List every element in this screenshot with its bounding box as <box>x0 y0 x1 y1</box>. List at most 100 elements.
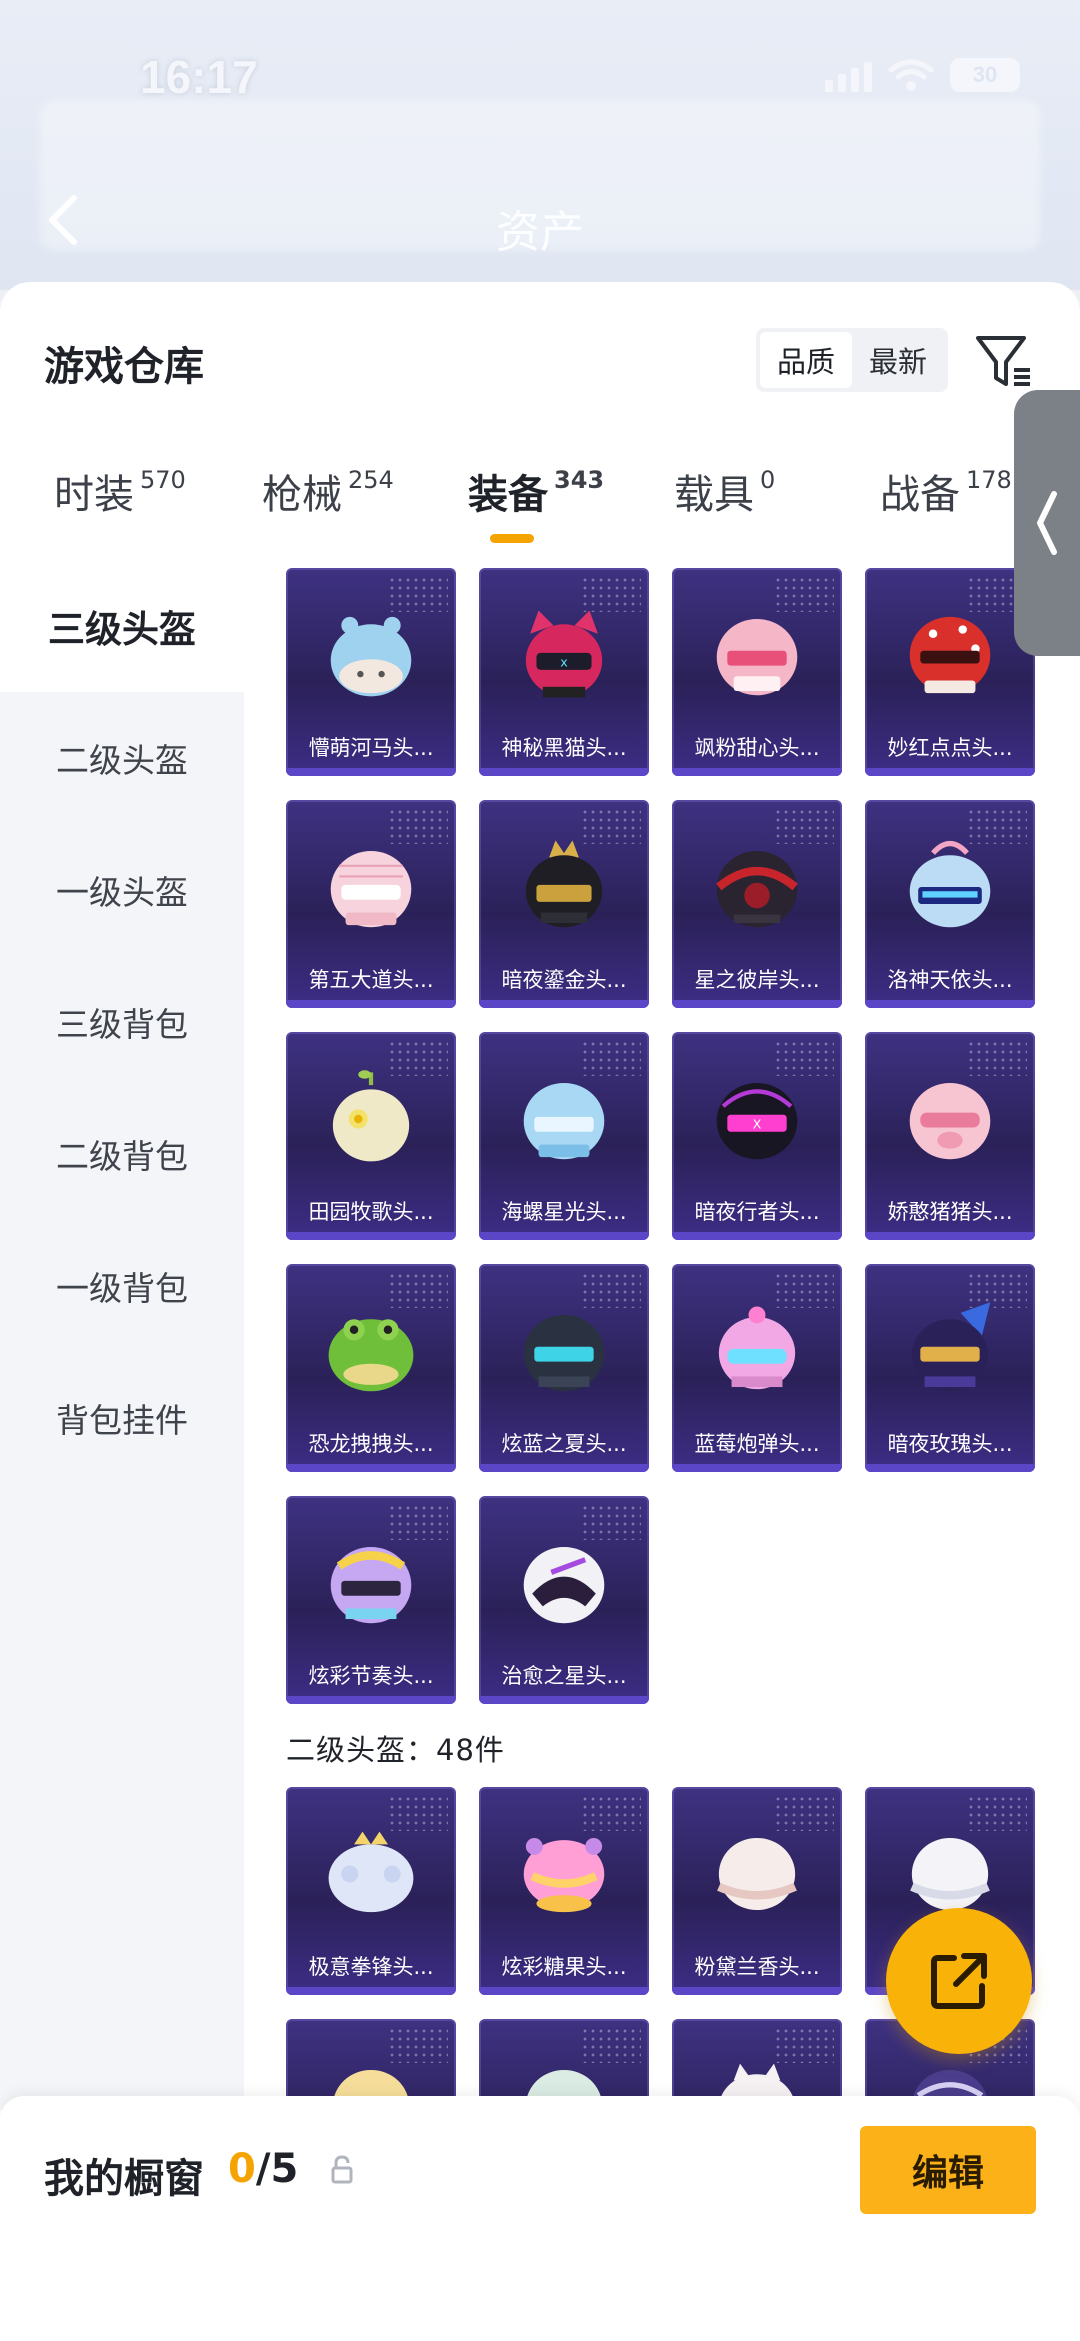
item-card[interactable]: x 神秘黑猫头... <box>479 568 649 776</box>
tab-label: 载具 <box>674 472 754 518</box>
equipment-sidebar: 三级头盔 二级头盔 一级头盔 三级背包 二级背包 一级背包 背包挂件 <box>0 560 244 2110</box>
item-label: 恐龙拽拽头... <box>308 1432 434 1456</box>
night-rose-helmet-icon <box>911 1302 991 1392</box>
candy-helmet-icon <box>523 1837 605 1913</box>
item-label: 神秘黑猫头... <box>501 736 627 760</box>
tab-equipment[interactable]: 装备 343 <box>468 462 604 520</box>
item-label: 暗夜鎏金头... <box>501 968 627 992</box>
status-icons: 30 <box>825 58 1020 92</box>
sidebar-item-level2-helmet[interactable]: 二级头盔 <box>0 692 244 824</box>
item-card[interactable]: 暗夜玫瑰头... <box>865 1264 1035 1472</box>
fifth-avenue-helmet-icon <box>330 850 412 928</box>
collapse-handle[interactable] <box>1014 390 1080 656</box>
sidebar-item-backpack-charm[interactable]: 背包挂件 <box>0 1352 244 1484</box>
tab-count: 254 <box>348 466 394 494</box>
sort-newest-button[interactable]: 最新 <box>852 332 944 388</box>
tab-label: 装备 <box>468 472 548 518</box>
battery-level: 30 <box>972 62 998 87</box>
sort-quality-button[interactable]: 品质 <box>760 332 852 388</box>
item-card[interactable]: 炫蓝之夏头... <box>479 1264 649 1472</box>
item-card[interactable]: 炫彩节奏头... <box>286 1496 456 1704</box>
item-label: 炫彩糖果头... <box>501 1955 627 1979</box>
tab-count: 343 <box>554 466 605 494</box>
colorful-rhythm-helmet-icon <box>330 1546 412 1624</box>
share-button[interactable] <box>886 1908 1032 2054</box>
item-card[interactable]: 星之彼岸头... <box>672 800 842 1008</box>
item-card[interactable]: 极意拳锋头... <box>286 1787 456 1995</box>
section-header-level2-helmets: 二级头盔：48件 <box>286 1733 505 1767</box>
showcase-bar: 我的橱窗 0/5 编辑 <box>0 2096 1080 2341</box>
item-card[interactable]: 粉黛兰香头... <box>672 1787 842 1995</box>
category-tabs: 时装 570 枪械 254 装备 343 载具 0 战备 178 <box>0 462 1080 562</box>
showcase-current-count: 0 <box>228 2146 256 2192</box>
filter-icon[interactable] <box>974 332 1034 392</box>
item-card[interactable]: 妙红点点头... <box>865 568 1035 776</box>
fist-helmet-icon <box>328 1831 414 1913</box>
tab-firearms[interactable]: 枪械 254 <box>262 462 394 520</box>
showcase-count: 0/5 <box>228 2146 298 2192</box>
item-card[interactable]: 娇憨猪猪头... <box>865 1032 1035 1240</box>
tab-vehicles[interactable]: 载具 0 <box>674 462 775 520</box>
item-card[interactable]: 田园牧歌头... <box>286 1032 456 1240</box>
item-label: 炫彩节奏头... <box>308 1664 434 1688</box>
star-shore-helmet-icon <box>716 850 798 928</box>
svg-text:X: X <box>753 1117 762 1132</box>
piggy-helmet-icon <box>909 1082 991 1160</box>
item-label: 田园牧歌头... <box>308 1200 434 1224</box>
item-card[interactable]: 洛神天依头... <box>865 800 1035 1008</box>
tab-supplies[interactable]: 战备 178 <box>880 462 1012 520</box>
edit-button[interactable]: 编辑 <box>860 2126 1036 2214</box>
item-label: 洛神天依头... <box>887 968 1013 992</box>
item-card[interactable]: 飒粉甜心头... <box>672 568 842 776</box>
item-card[interactable]: 海螺星光头... <box>479 1032 649 1240</box>
red-dots-helmet-icon <box>909 616 991 694</box>
tab-label: 时装 <box>54 472 134 518</box>
item-label: 蓝莓炮弹头... <box>694 1432 820 1456</box>
tab-count: 178 <box>966 466 1012 494</box>
page-title: 资产 <box>496 207 584 258</box>
lock-icon <box>331 2155 353 2184</box>
black-cat-helmet-icon: x <box>525 610 603 698</box>
hippo-helmet-icon <box>330 616 412 697</box>
sidebar-item-level3-helmet[interactable]: 三级头盔 <box>0 560 244 692</box>
wifi-icon <box>888 59 934 91</box>
item-label: 妙红点点头... <box>887 736 1013 760</box>
svg-text:x: x <box>560 655 568 670</box>
item-card[interactable]: 暗夜鎏金头... <box>479 800 649 1008</box>
item-label: 星之彼岸头... <box>694 968 820 992</box>
tab-count: 570 <box>140 466 186 494</box>
healing-star-helmet-icon <box>523 1546 605 1624</box>
panel-title: 游戏仓库 <box>44 344 204 390</box>
item-card[interactable]: 治愈之星头... <box>479 1496 649 1704</box>
status-time: 16:17 <box>140 51 258 103</box>
item-card[interactable]: 第五大道头... <box>286 800 456 1008</box>
item-card[interactable]: 炫彩糖果头... <box>479 1787 649 1995</box>
item-card[interactable]: 恐龙拽拽头... <box>286 1264 456 1472</box>
orchid-helmet-icon <box>717 1837 797 1911</box>
sidebar-item-level2-backpack[interactable]: 二级背包 <box>0 1088 244 1220</box>
chevron-left-icon <box>1037 491 1057 555</box>
luo-tianyi-helmet-icon <box>909 840 991 928</box>
pastoral-helmet-icon <box>332 1070 410 1162</box>
tab-count: 0 <box>760 466 776 494</box>
sidebar-item-level3-backpack[interactable]: 三级背包 <box>0 956 244 1088</box>
sidebar-item-level1-helmet[interactable]: 一级头盔 <box>0 824 244 956</box>
item-label: 粉黛兰香头... <box>694 1955 820 1979</box>
share-external-icon <box>931 1953 987 2009</box>
blue-summer-helmet-icon <box>523 1314 605 1392</box>
pink-sweetheart-helmet-icon <box>716 618 798 696</box>
showcase-label: 我的橱窗 <box>44 2156 204 2202</box>
showcase-total-count: /5 <box>255 2146 299 2192</box>
item-label: 娇憨猪猪头... <box>887 1200 1013 1224</box>
active-tab-indicator <box>490 534 534 543</box>
item-card[interactable]: 蓝莓炮弹头... <box>672 1264 842 1472</box>
sidebar-item-level1-backpack[interactable]: 一级背包 <box>0 1220 244 1352</box>
tab-label: 战备 <box>880 472 960 518</box>
item-label: 治愈之星头... <box>501 1664 627 1688</box>
tab-fashion[interactable]: 时装 570 <box>54 462 186 520</box>
item-card[interactable]: 懵萌河马头... <box>286 568 456 776</box>
item-label: 暗夜行者头... <box>694 1200 820 1224</box>
item-card[interactable]: X 暗夜行者头... <box>672 1032 842 1240</box>
blueberry-bomb-helmet-icon <box>718 1306 796 1390</box>
conch-starlight-helmet-icon <box>523 1082 605 1160</box>
